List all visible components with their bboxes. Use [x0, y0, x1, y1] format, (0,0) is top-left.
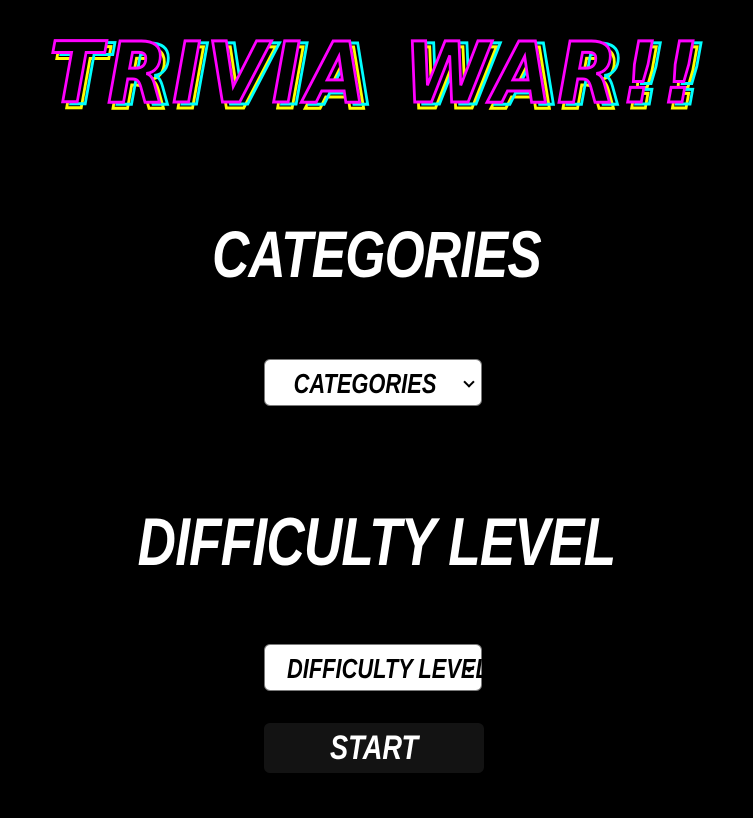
categories-select[interactable]: CATEGORIES	[264, 359, 482, 406]
start-button-label: START	[329, 729, 419, 767]
chevron-down-icon	[463, 376, 475, 388]
difficulty-heading: DIFFICULTY LEVEL	[137, 504, 616, 580]
categories-select-value: CATEGORIES	[293, 368, 437, 399]
start-button[interactable]: START	[264, 723, 484, 773]
page-title: TRIVIA WAR!!	[48, 23, 704, 124]
difficulty-select[interactable]: DIFFICULTY LEVEL	[264, 644, 489, 691]
categories-heading: CATEGORIES	[212, 217, 542, 291]
app-title: TRIVIA WAR!! TRIVIA WAR!! TRIVIA WAR!!	[0, 18, 753, 138]
difficulty-select-value: DIFFICULTY LEVEL	[287, 653, 489, 684]
